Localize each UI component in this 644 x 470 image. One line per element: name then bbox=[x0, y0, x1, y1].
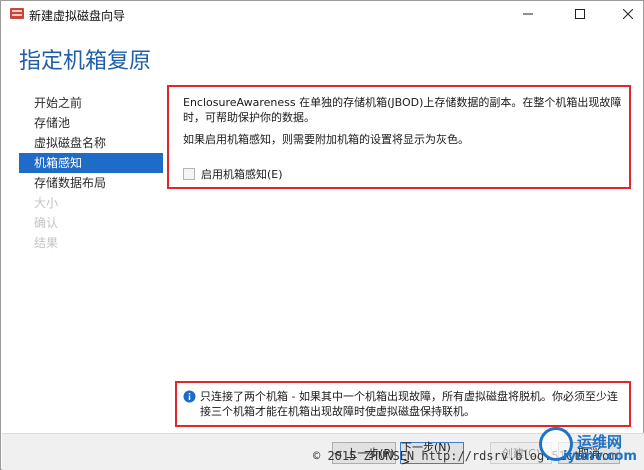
warning-text: 只连接了两个机箱 - 如果其中一个机箱出现故障，所有虚拟磁盘将脱机。你必须至少连… bbox=[200, 390, 618, 418]
wizard-steps-nav: 开始之前 存储池 虚拟磁盘名称 机箱感知 存储数据布局 大小 确认 结果 bbox=[19, 93, 163, 253]
wizard-window: 新建虚拟磁盘向导 指定机箱复原 开始之前 存储池 虚拟磁盘名称 机箱感知 存储数… bbox=[0, 0, 644, 470]
title-bar: 新建虚拟磁盘向导 bbox=[1, 1, 643, 27]
nav-item-enclosure-awareness[interactable]: 机箱感知 bbox=[19, 153, 163, 173]
close-button[interactable] bbox=[605, 1, 644, 27]
info-icon bbox=[183, 390, 196, 403]
maximize-icon bbox=[575, 9, 585, 19]
description-text: EnclosureAwareness 在单独的存储机箱(JBOD)上存储数据的副… bbox=[183, 96, 622, 124]
enable-enclosure-awareness-row[interactable]: 启用机箱感知(E) bbox=[183, 166, 283, 182]
nav-item-confirmation: 确认 bbox=[34, 216, 59, 230]
checkbox-label[interactable]: 启用机箱感知(E) bbox=[201, 166, 283, 182]
close-icon bbox=[623, 9, 633, 19]
nav-item-storage-pool[interactable]: 存储池 bbox=[19, 113, 163, 133]
minimize-button[interactable] bbox=[505, 1, 551, 27]
page-title: 指定机箱复原 bbox=[19, 49, 152, 74]
enable-enclosure-awareness-checkbox[interactable] bbox=[183, 168, 195, 180]
description-note: 如果启用机箱感知，则需要附加机箱的设置将显示为灰色。 bbox=[183, 133, 469, 146]
nav-item-storage-layout[interactable]: 存储数据布局 bbox=[19, 173, 163, 193]
nav-item-size: 大小 bbox=[34, 196, 59, 210]
nav-item-before-you-begin[interactable]: 开始之前 bbox=[19, 93, 163, 113]
minimize-icon bbox=[523, 13, 533, 15]
disk-app-icon bbox=[10, 8, 24, 19]
watermark-logo-bottom: iyunv.com bbox=[563, 449, 637, 464]
window-title: 新建虚拟磁盘向导 bbox=[29, 9, 126, 23]
enclosure-awareness-panel: EnclosureAwareness 在单独的存储机箱(JBOD)上存储数据的副… bbox=[167, 85, 631, 189]
nav-item-virtual-disk-name[interactable]: 虚拟磁盘名称 bbox=[19, 133, 163, 153]
maximize-button[interactable] bbox=[557, 1, 603, 27]
enclosure-warning-note: 只连接了两个机箱 - 如果其中一个机箱出现故障，所有虚拟磁盘将脱机。你必须至少连… bbox=[175, 381, 631, 427]
nav-item-results: 结果 bbox=[34, 236, 59, 250]
